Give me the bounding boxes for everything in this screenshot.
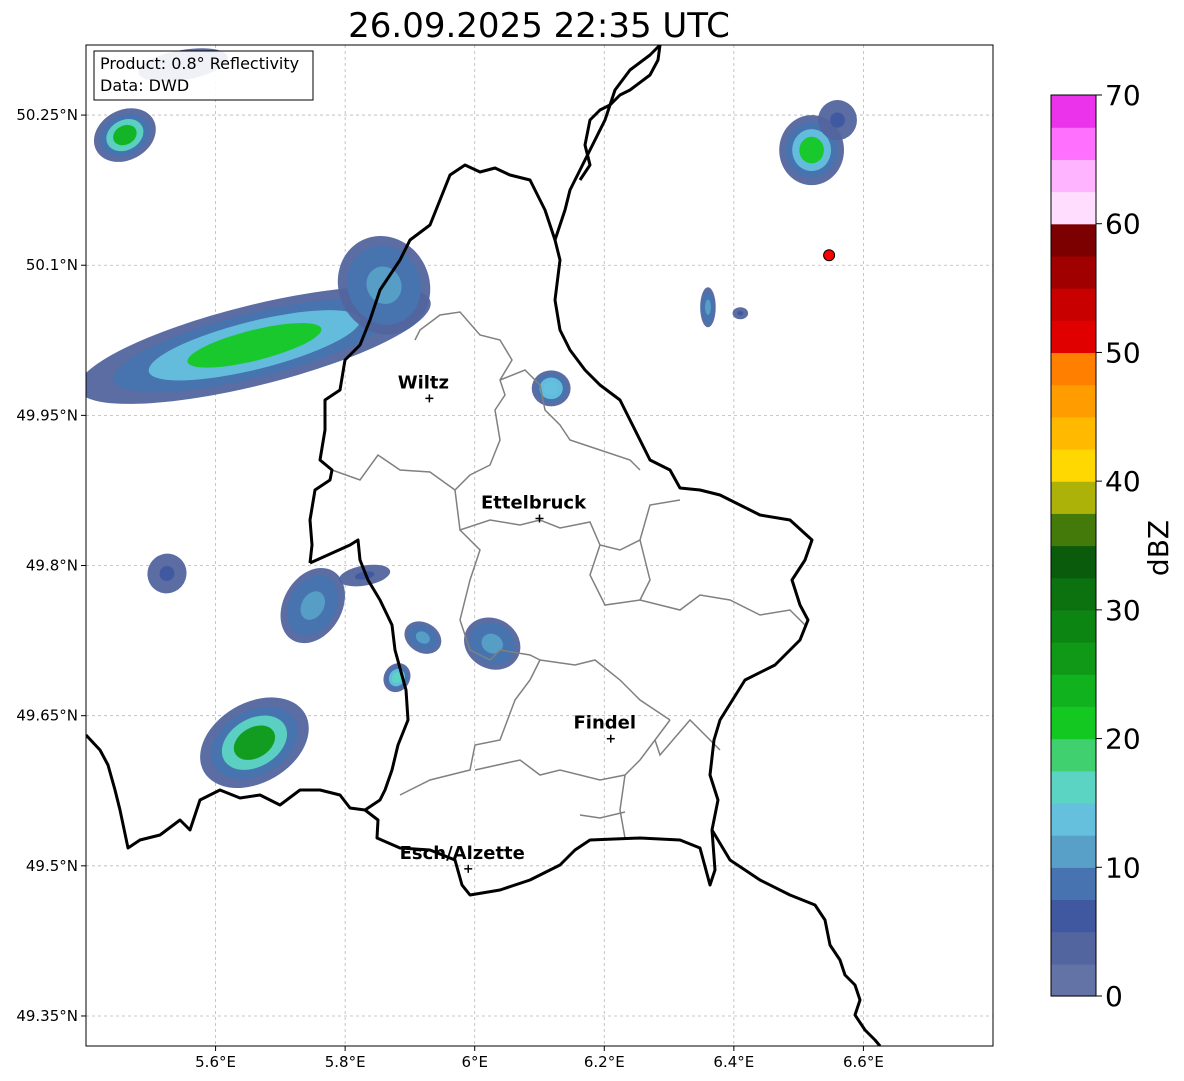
colorbar-segment: [1051, 320, 1096, 354]
colorbar-tick-label: 70: [1105, 79, 1141, 112]
colorbar-segment: [1051, 159, 1096, 193]
x-tick-label: 6.6°E: [843, 1053, 884, 1071]
y-tick-label: 50.25°N: [16, 106, 78, 124]
echo-shape: [799, 136, 824, 164]
y-tick-label: 49.95°N: [16, 406, 78, 424]
echo-cell: [700, 287, 716, 328]
colorbar-segment: [1051, 609, 1096, 643]
colorbar-segment: [1051, 770, 1096, 804]
y-tick-label: 49.8°N: [26, 557, 78, 575]
y-tick-label: 49.5°N: [26, 857, 78, 875]
colorbar-tick-label: 20: [1105, 723, 1141, 756]
y-axis-ticks: 50.25°N 50.1°N 49.95°N 49.8°N 49.65°N 49.5°N 4…: [16, 106, 86, 1025]
colorbar-segment: [1051, 223, 1096, 257]
colorbar-segment: [1051, 738, 1096, 772]
y-tick-label: 50.1°N: [26, 256, 78, 274]
echo-shape: [737, 310, 744, 316]
colorbar-segment: [1051, 642, 1096, 675]
colorbar-tick-label: 40: [1105, 465, 1141, 498]
figure-title: 26.09.2025 22:35 UTC: [348, 6, 730, 46]
city-label: Ettelbruck: [481, 492, 587, 513]
echo-cell: [531, 370, 571, 407]
colorbar-segment: [1051, 867, 1096, 901]
info-product: Product: 0.8° Reflectivity: [100, 54, 299, 73]
colorbar-segment: [1051, 706, 1096, 740]
x-tick-label: 5.8°E: [325, 1053, 366, 1071]
colorbar-tick-label: 0: [1105, 980, 1123, 1013]
colorbar-segment: [1051, 931, 1096, 965]
colorbar-segment: [1051, 802, 1096, 836]
y-tick-label: 49.35°N: [16, 1007, 78, 1025]
x-tick-label: 6.2°E: [584, 1053, 625, 1071]
colorbar-segment: [1051, 384, 1096, 418]
echo-cell: [818, 100, 857, 141]
radar-site-dot: [823, 249, 836, 262]
colorbar-tick-label: 60: [1105, 208, 1141, 241]
city-label: Esch/Alzette: [400, 843, 525, 864]
city-label: Findel: [573, 713, 636, 734]
colorbar-segment: [1051, 191, 1096, 225]
colorbar-segment: [1051, 545, 1096, 579]
radar-site-marker: [823, 249, 836, 262]
colorbar-segment: [1051, 577, 1096, 611]
x-axis-ticks: 5.6°E 5.8°E 6°E 6.2°E 6.4°E 6.6°E: [195, 1046, 884, 1071]
echo-shape: [830, 112, 845, 128]
y-tick-label: 49.65°N: [16, 707, 78, 725]
colorbar-segment: [1051, 416, 1096, 450]
x-tick-label: 6.4°E: [713, 1053, 754, 1071]
colorbar-tick-label: 50: [1105, 336, 1141, 369]
colorbar-segment: [1051, 448, 1096, 482]
info-box: Product: 0.8° Reflectivity Data: DWD: [93, 50, 314, 101]
colorbar-segment: [1051, 481, 1096, 514]
colorbar-title: dBZ: [1142, 520, 1175, 576]
radar-figure: 26.09.2025 22:35 UTC WiltzEttelbruckFi: [0, 0, 1184, 1081]
colorbar-segment: [1051, 899, 1096, 933]
echo-shape: [704, 299, 711, 315]
colorbar: 0 10 20 30 40 50 60 70: [1050, 79, 1141, 1013]
map-background: [86, 45, 993, 1046]
info-source: Data: DWD: [100, 76, 189, 95]
x-tick-label: 6°E: [461, 1053, 488, 1071]
colorbar-segment: [1051, 963, 1096, 997]
colorbar-tick-label: 10: [1105, 851, 1141, 884]
figure-canvas: 26.09.2025 22:35 UTC WiltzEttelbruckFind…: [16, 6, 1175, 1071]
colorbar-segment: [1051, 95, 1096, 128]
x-tick-label: 5.6°E: [195, 1053, 236, 1071]
colorbar-segment: [1051, 352, 1096, 386]
colorbar-segment: [1051, 288, 1096, 321]
colorbar-segment: [1051, 674, 1096, 707]
colorbar-segment: [1051, 513, 1096, 547]
colorbar-tick-label: 30: [1105, 594, 1141, 627]
echo-shape: [543, 381, 559, 396]
city-label: Wiltz: [398, 372, 449, 393]
colorbar-segment: [1051, 835, 1096, 868]
colorbar-segment: [1051, 255, 1096, 289]
echo-cell: [732, 307, 749, 320]
colorbar-segment: [1051, 127, 1096, 160]
